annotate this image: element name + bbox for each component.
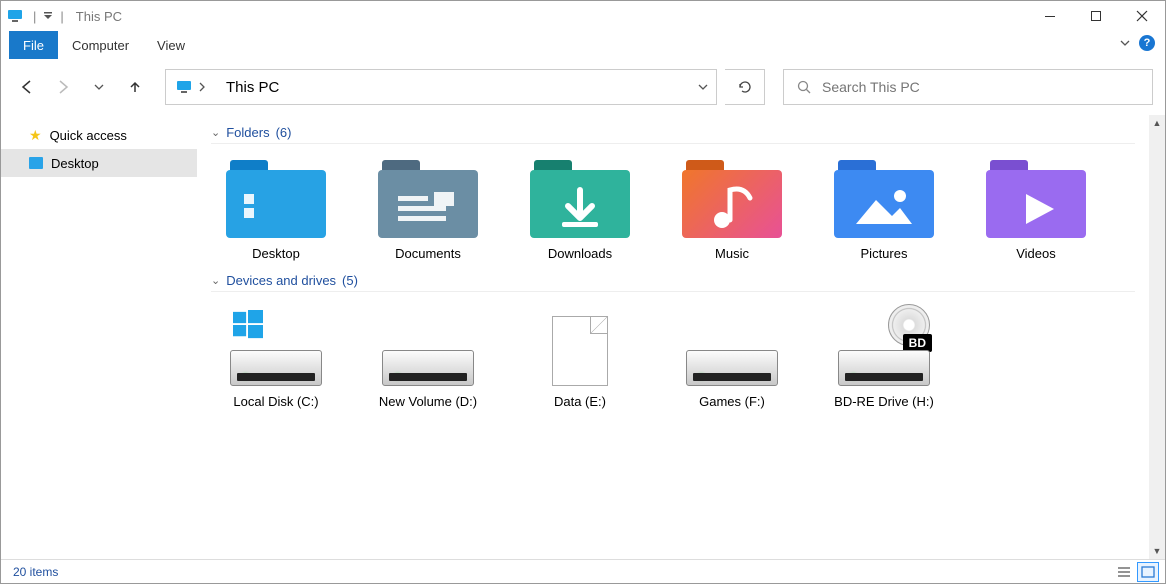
group-header[interactable]: ⌄ Folders (6) bbox=[211, 125, 1135, 144]
group-title: Devices and drives bbox=[226, 273, 336, 288]
minimize-button[interactable] bbox=[1027, 1, 1073, 31]
group-count: (6) bbox=[276, 125, 292, 140]
address-history-dropdown[interactable] bbox=[690, 70, 716, 104]
status-text: 20 items bbox=[13, 565, 58, 579]
sidebar-item-label: Desktop bbox=[51, 156, 99, 171]
content-area: ⌄ Folders (6) Desktop Documents Download… bbox=[197, 115, 1165, 559]
address-bar[interactable]: This PC bbox=[165, 69, 717, 105]
separator: | bbox=[60, 9, 63, 24]
details-view-button[interactable] bbox=[1113, 562, 1135, 582]
item-label: Videos bbox=[1016, 246, 1056, 263]
tab-computer[interactable]: Computer bbox=[58, 31, 143, 59]
drive-icon bbox=[682, 306, 782, 386]
item[interactable]: Data (E:) bbox=[515, 300, 645, 417]
ribbon: File Computer View ? bbox=[1, 31, 1165, 59]
chevron-right-icon bbox=[198, 82, 206, 92]
item-label: New Volume (D:) bbox=[379, 394, 477, 411]
up-button[interactable] bbox=[121, 71, 149, 103]
address-segment[interactable]: This PC bbox=[216, 70, 289, 104]
large-icons-view-button[interactable] bbox=[1137, 562, 1159, 582]
title-bar: | | This PC bbox=[1, 1, 1165, 31]
item[interactable]: Pictures bbox=[819, 152, 949, 269]
star-icon: ★ bbox=[29, 127, 42, 144]
scrollbar[interactable]: ▲ ▼ bbox=[1149, 115, 1165, 559]
item-label: Games (F:) bbox=[699, 394, 765, 411]
tab-file[interactable]: File bbox=[9, 31, 58, 59]
this-pc-icon bbox=[7, 8, 23, 24]
item-label: Downloads bbox=[548, 246, 612, 263]
file-icon bbox=[530, 306, 630, 386]
item-label: Data (E:) bbox=[554, 394, 606, 411]
folder-icon bbox=[682, 158, 782, 238]
item-label: Local Disk (C:) bbox=[233, 394, 318, 411]
chevron-down-icon: ⌄ bbox=[211, 126, 220, 139]
window-title: This PC bbox=[76, 9, 122, 24]
back-button[interactable] bbox=[13, 71, 41, 103]
item-label: BD-RE Drive (H:) bbox=[834, 394, 934, 411]
refresh-button[interactable] bbox=[725, 69, 765, 105]
folder-icon bbox=[378, 158, 478, 238]
item[interactable]: Local Disk (C:) bbox=[211, 300, 341, 417]
item[interactable]: New Volume (D:) bbox=[363, 300, 493, 417]
scroll-down-icon[interactable]: ▼ bbox=[1153, 546, 1162, 556]
group-count: (5) bbox=[342, 273, 358, 288]
navigation-row: This PC bbox=[1, 59, 1165, 115]
windows-logo-icon bbox=[230, 310, 266, 340]
group-title: Folders bbox=[226, 125, 269, 140]
navigation-pane: ★ Quick access Desktop bbox=[1, 115, 197, 559]
sidebar-item-desktop[interactable]: Desktop bbox=[1, 149, 197, 177]
status-bar: 20 items bbox=[1, 559, 1165, 583]
folder-icon bbox=[226, 158, 326, 238]
item[interactable]: Videos bbox=[971, 152, 1101, 269]
folder-icon bbox=[986, 158, 1086, 238]
sidebar-item-quick-access[interactable]: ★ Quick access bbox=[1, 121, 197, 149]
search-icon bbox=[796, 79, 812, 95]
close-button[interactable] bbox=[1119, 1, 1165, 31]
group-header[interactable]: ⌄ Devices and drives (5) bbox=[211, 273, 1135, 292]
forward-button[interactable] bbox=[49, 71, 77, 103]
maximize-button[interactable] bbox=[1073, 1, 1119, 31]
qat-dropdown[interactable] bbox=[42, 10, 54, 22]
item[interactable]: BD BD-RE Drive (H:) bbox=[819, 300, 949, 417]
search-input[interactable] bbox=[820, 78, 1140, 96]
separator: | bbox=[33, 9, 36, 24]
drive-icon bbox=[378, 306, 478, 386]
address-text: This PC bbox=[226, 79, 279, 96]
search-box[interactable] bbox=[783, 69, 1153, 105]
help-button[interactable]: ? bbox=[1139, 35, 1155, 51]
item-label: Desktop bbox=[252, 246, 300, 263]
item-label: Music bbox=[715, 246, 749, 263]
item[interactable]: Documents bbox=[363, 152, 493, 269]
folder-icon bbox=[834, 158, 934, 238]
folder-icon bbox=[530, 158, 630, 238]
item[interactable]: Desktop bbox=[211, 152, 341, 269]
item[interactable]: Games (F:) bbox=[667, 300, 797, 417]
scroll-up-icon[interactable]: ▲ bbox=[1153, 118, 1162, 128]
item[interactable]: Downloads bbox=[515, 152, 645, 269]
item-label: Pictures bbox=[861, 246, 908, 263]
tab-view[interactable]: View bbox=[143, 31, 199, 59]
chevron-down-icon: ⌄ bbox=[211, 274, 220, 287]
sidebar-item-label: Quick access bbox=[50, 128, 127, 143]
drive-icon bbox=[226, 306, 326, 386]
ribbon-collapse-icon[interactable] bbox=[1119, 37, 1131, 49]
item[interactable]: Music bbox=[667, 152, 797, 269]
address-root[interactable] bbox=[166, 70, 216, 104]
recent-locations-button[interactable] bbox=[85, 71, 113, 103]
desktop-icon bbox=[29, 157, 43, 169]
item-label: Documents bbox=[395, 246, 461, 263]
optical-drive-icon: BD bbox=[834, 306, 934, 386]
